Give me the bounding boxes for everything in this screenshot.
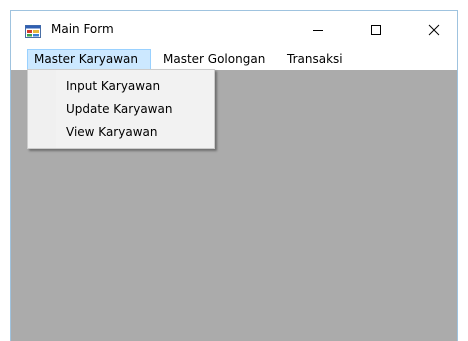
maximize-button[interactable] (353, 11, 399, 48)
menu-icon-gutter (28, 70, 56, 148)
maximize-icon (371, 24, 381, 35)
menu-bar: Master Karyawan Master Golongan Transaks… (11, 48, 457, 70)
title-bar[interactable]: Main Form (11, 11, 457, 48)
menu-item-update-karyawan[interactable]: Update Karyawan (66, 99, 172, 119)
menu-item-view-karyawan[interactable]: View Karyawan (66, 122, 157, 142)
master-karyawan-dropdown: Input Karyawan Update Karyawan View Kary… (27, 69, 215, 149)
close-icon (428, 24, 440, 35)
close-button[interactable] (411, 11, 457, 48)
form-app-icon[interactable] (25, 23, 41, 38)
menu-transaksi[interactable]: Transaksi (281, 49, 349, 69)
minimize-icon (313, 29, 323, 31)
menu-master-karyawan[interactable]: Master Karyawan (27, 49, 151, 69)
main-form-window: Main Form Master Karyawan Master Golonga… (10, 10, 458, 341)
menu-master-golongan[interactable]: Master Golongan (157, 49, 271, 69)
menu-item-input-karyawan[interactable]: Input Karyawan (66, 76, 160, 96)
minimize-button[interactable] (295, 11, 341, 48)
window-title: Main Form (51, 22, 114, 36)
